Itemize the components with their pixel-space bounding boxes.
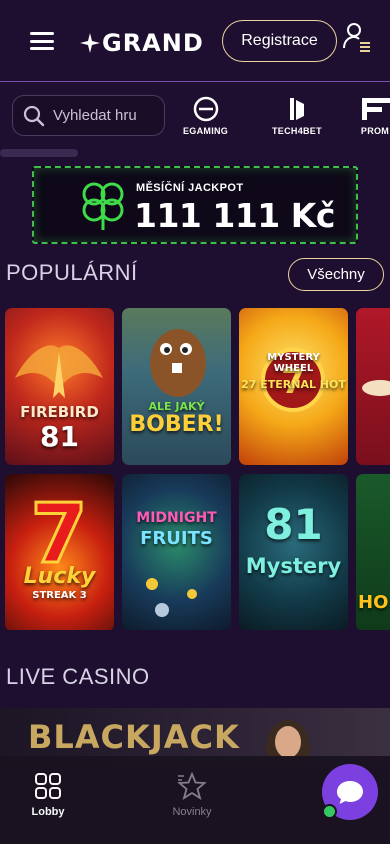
game-title: Lucky <box>23 564 96 589</box>
chat-bubble-icon <box>337 781 363 804</box>
register-button[interactable]: Registrace <box>222 20 337 62</box>
menu-button[interactable] <box>30 32 54 50</box>
beaver-icon <box>150 329 206 397</box>
game-tile-lucky-streak[interactable]: 7 Lucky STREAK 3 <box>5 474 114 630</box>
game-subtitle: STREAK 3 <box>32 590 87 601</box>
nav-news[interactable]: Novinky <box>152 772 232 832</box>
provider-label: TECH4BET <box>272 126 322 136</box>
search-icon <box>23 105 45 126</box>
prom-logo-icon <box>362 98 390 120</box>
scroll-indicator[interactable] <box>0 149 78 157</box>
hamburger-icon <box>30 32 54 35</box>
svg-text:7: 7 <box>30 490 87 570</box>
game-subtitle: 81 <box>40 420 79 453</box>
provider-egaming[interactable]: EGAMING <box>183 96 228 142</box>
game-title: HO <box>358 592 389 613</box>
show-all-button[interactable]: Všechny <box>288 258 384 291</box>
grid-icon <box>35 773 61 799</box>
nav-label: Lobby <box>31 806 65 818</box>
game-title: MYSTERY WHEEL <box>267 352 320 374</box>
logo-text: GRAND <box>102 29 204 57</box>
top-header: GRAND Registrace <box>0 0 390 82</box>
jackpot-amount: 111 111 Kč <box>134 196 335 235</box>
jackpot-title: MĚSÍČNÍ JACKPOT <box>136 182 244 194</box>
game-tile-midnight-fruits[interactable]: MIDNIGHT FRUITS <box>122 474 231 630</box>
game-title: MIDNIGHT <box>136 510 217 526</box>
jackpot-banner[interactable]: MĚSÍČNÍ JACKPOT 111 111 Kč <box>32 166 358 244</box>
game-tile-bober[interactable]: ALE JAKÝ BOBER! <box>122 308 231 465</box>
egaming-logo-icon <box>193 96 218 122</box>
coin-icon <box>146 578 197 617</box>
tech4bet-logo-icon <box>289 98 304 120</box>
clover-icon <box>82 182 124 230</box>
nav-lobby[interactable]: Lobby <box>8 772 88 832</box>
provider-prom[interactable]: PROM <box>360 96 390 142</box>
provider-label: EGAMING <box>183 126 229 136</box>
blackjack-banner-text: BLACKJACK <box>28 718 240 756</box>
game-tile-partial-2[interactable]: HO <box>356 474 390 630</box>
star-icon <box>177 772 207 800</box>
game-subtitle: 27 ETERNAL HOT <box>241 378 346 391</box>
game-tile-81-mystery[interactable]: 81 Mystery <box>239 474 348 630</box>
search-input[interactable] <box>53 107 163 124</box>
sparkle-icon <box>80 33 100 53</box>
provider-label: PROM <box>360 126 390 136</box>
user-menu-button[interactable] <box>342 22 372 52</box>
nav-label: Novinky <box>172 806 212 818</box>
search-box[interactable] <box>12 95 165 136</box>
seven-icon: 7 <box>29 490 89 570</box>
popular-games-grid: FIREBIRD 81 ALE JAKÝ BOBER! 7 MYSTERY WH… <box>0 308 390 630</box>
search-provider-row: EGAMING TECH4BET PROM <box>0 88 390 144</box>
game-title: 81 <box>264 500 323 549</box>
game-tile-mystery-wheel[interactable]: 7 MYSTERY WHEEL 27 ETERNAL HOT <box>239 308 348 465</box>
game-tile-partial-1[interactable] <box>356 308 390 465</box>
user-menu-icon <box>343 23 370 52</box>
game-title: FIREBIRD <box>20 403 99 421</box>
site-logo[interactable]: GRAND <box>80 28 204 58</box>
provider-tech4bet[interactable]: TECH4BET <box>272 96 322 142</box>
popular-section-title: POPULÁRNÍ <box>6 260 138 285</box>
online-status-dot <box>322 804 337 819</box>
game-subtitle: BOBER! <box>129 412 224 437</box>
game-subtitle: FRUITS <box>140 528 213 549</box>
game-tile-firebird[interactable]: FIREBIRD 81 <box>5 308 114 465</box>
game-subtitle: Mystery <box>245 554 342 578</box>
plate-icon <box>362 380 390 396</box>
live-casino-section-title: LIVE CASINO <box>6 664 150 689</box>
